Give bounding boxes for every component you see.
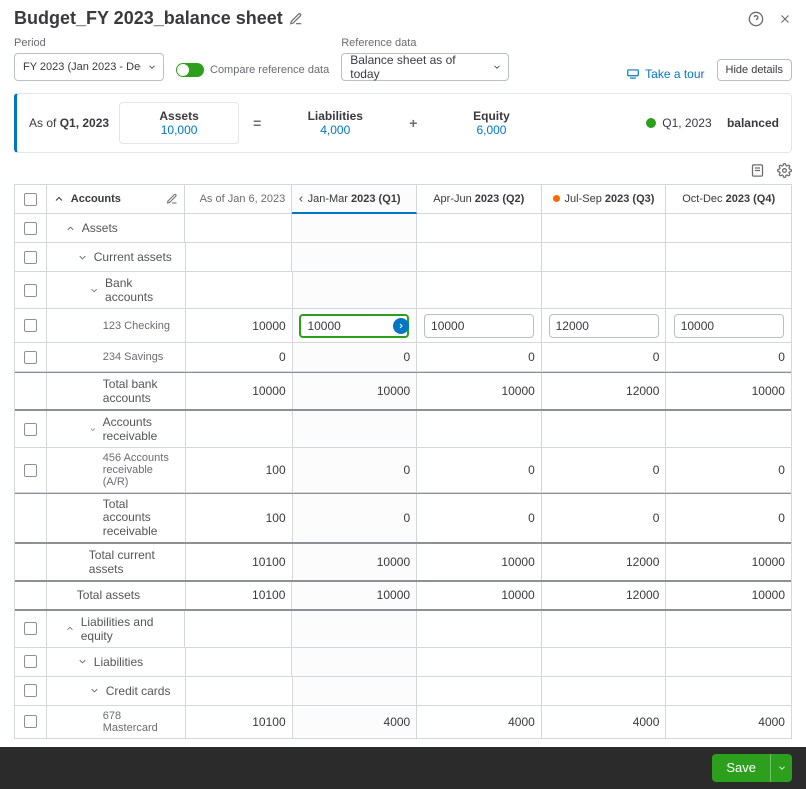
equity-box: Equity 6,000 — [431, 103, 551, 143]
account-name: 678 Mastercard — [47, 706, 186, 738]
save-button[interactable]: Save — [712, 754, 770, 782]
chevron-down-icon — [89, 685, 100, 696]
row-credit-cards: Credit cards — [15, 677, 791, 706]
q2-header[interactable]: Apr-Jun 2023 (Q2) — [417, 185, 542, 213]
row-checkbox[interactable] — [24, 622, 37, 635]
chevron-down-icon — [492, 62, 502, 72]
grid-header-row: Accounts As of Jan 6, 2023 Jan-Mar 2023 … — [15, 185, 791, 214]
q1-header[interactable]: Jan-Mar 2023 (Q1) — [292, 185, 417, 214]
controls-row: Period FY 2023 (Jan 2023 - Dec 2024) Com… — [0, 33, 806, 89]
export-icon[interactable] — [750, 163, 765, 178]
chevron-down-icon — [77, 656, 88, 667]
row-mastercard: 678 Mastercard 10100 4000 4000 4000 4000 — [15, 706, 791, 739]
row-checkbox[interactable] — [24, 284, 37, 297]
row-checkbox[interactable] — [24, 351, 37, 364]
row-checkbox[interactable] — [24, 319, 37, 332]
accounts-header: Accounts — [47, 185, 186, 213]
q1-input-checking[interactable]: 10000 — [299, 314, 409, 338]
row-ar: Accounts receivable — [15, 411, 791, 448]
save-dropdown-button[interactable] — [770, 754, 792, 782]
row-checkbox[interactable] — [24, 251, 37, 264]
help-icon[interactable] — [748, 11, 764, 27]
balance-summary: As of Q1, 2023 Assets 10,000 = Liabiliti… — [14, 93, 792, 153]
row-checkbox[interactable] — [24, 464, 37, 477]
edit-title-icon[interactable] — [289, 12, 303, 26]
status-dot-icon — [646, 118, 656, 128]
account-name: 234 Savings — [47, 343, 186, 371]
row-ar456: 456 Accounts receivable (A/R) 100 0 0 0 … — [15, 448, 791, 493]
q4-header[interactable]: Oct-Dec 2023 (Q4) — [666, 185, 791, 213]
row-liabilities: Liabilities — [15, 648, 791, 677]
row-current-assets: Current assets — [15, 243, 791, 272]
row-total-current: Total current assets 10100 10000 10000 1… — [15, 544, 791, 582]
chevron-up-icon — [65, 223, 76, 234]
row-checkbox[interactable] — [24, 655, 37, 668]
select-all-checkbox[interactable] — [15, 185, 47, 213]
row-liab-eq: Liabilities and equity — [15, 611, 791, 648]
tour-text: Take a tour — [645, 67, 704, 81]
reference-select[interactable]: Balance sheet as of today — [341, 53, 509, 81]
row-total-bank: Total bank accounts 10000 10000 10000 12… — [15, 372, 791, 411]
row-bank-accounts: Bank accounts — [15, 272, 791, 309]
chevron-down-icon — [777, 763, 787, 773]
page-title: Budget_FY 2023_balance sheet — [14, 8, 748, 29]
assets-box: Assets 10,000 — [119, 102, 239, 144]
row-total-assets: Total assets 10100 10000 10000 12000 100… — [15, 582, 791, 611]
footer-bar: Save — [0, 747, 806, 789]
expand-cell-icon[interactable] — [393, 318, 409, 334]
period-field: Period FY 2023 (Jan 2023 - Dec 2024) — [14, 37, 164, 81]
title-text: Budget_FY 2023_balance sheet — [14, 8, 283, 29]
row-checkbox[interactable] — [24, 715, 37, 728]
take-a-tour-link[interactable]: Take a tour — [626, 67, 704, 81]
grid-toolbar — [0, 153, 806, 184]
account-name: 123 Checking — [47, 309, 186, 342]
q4-input-checking[interactable]: 10000 — [674, 314, 784, 338]
edit-columns-icon[interactable] — [166, 193, 178, 205]
modal-header: Budget_FY 2023_balance sheet — [0, 0, 806, 33]
plus-icon: + — [405, 115, 421, 131]
chevron-left-icon[interactable] — [296, 194, 306, 204]
gear-icon[interactable] — [777, 163, 792, 178]
close-icon[interactable] — [778, 12, 792, 26]
chevron-down-icon — [147, 62, 157, 72]
chevron-up-icon[interactable] — [53, 193, 65, 205]
q2-input-checking[interactable]: 10000 — [424, 314, 534, 338]
row-total-ar: Total accounts receivable 100 0 0 0 0 — [15, 493, 791, 544]
row-checking: 123 Checking 10000 10000 10000 12000 100… — [15, 309, 791, 343]
asof: As of Q1, 2023 — [29, 116, 109, 130]
period-select[interactable]: FY 2023 (Jan 2023 - Dec 2024) — [14, 53, 164, 81]
compare-toggle-wrap: Compare reference data — [176, 63, 329, 77]
compare-label: Compare reference data — [210, 64, 329, 76]
period-label: Period — [14, 37, 164, 49]
reference-value: Balance sheet as of today — [350, 53, 486, 81]
row-assets: Assets — [15, 214, 791, 243]
balanced-status: Q1, 2023 balanced — [646, 116, 779, 130]
ref-header: As of Jan 6, 2023 — [185, 185, 292, 213]
row-savings: 234 Savings 0 0 0 0 0 — [15, 343, 791, 372]
compare-toggle[interactable] — [176, 63, 204, 77]
chevron-down-icon — [77, 252, 88, 263]
equals-icon: = — [249, 115, 265, 131]
row-checkbox[interactable] — [24, 423, 37, 436]
account-name: 456 Accounts receivable (A/R) — [47, 448, 186, 492]
liabilities-box: Liabilities 4,000 — [275, 103, 395, 143]
reference-field: Reference data Balance sheet as of today — [341, 37, 509, 81]
chevron-down-icon — [89, 424, 97, 435]
row-checkbox[interactable] — [24, 222, 37, 235]
chevron-up-icon — [65, 623, 75, 634]
period-value: FY 2023 (Jan 2023 - Dec 2024) — [23, 61, 141, 73]
row-checkbox[interactable] — [24, 684, 37, 697]
reference-label: Reference data — [341, 37, 509, 49]
chevron-down-icon — [89, 285, 99, 296]
q3-header[interactable]: Jul-Sep 2023 (Q3) — [542, 185, 667, 213]
ref-value: 10000 — [186, 309, 293, 342]
hide-details-button[interactable]: Hide details — [717, 59, 792, 81]
q3-input-checking[interactable]: 12000 — [549, 314, 659, 338]
